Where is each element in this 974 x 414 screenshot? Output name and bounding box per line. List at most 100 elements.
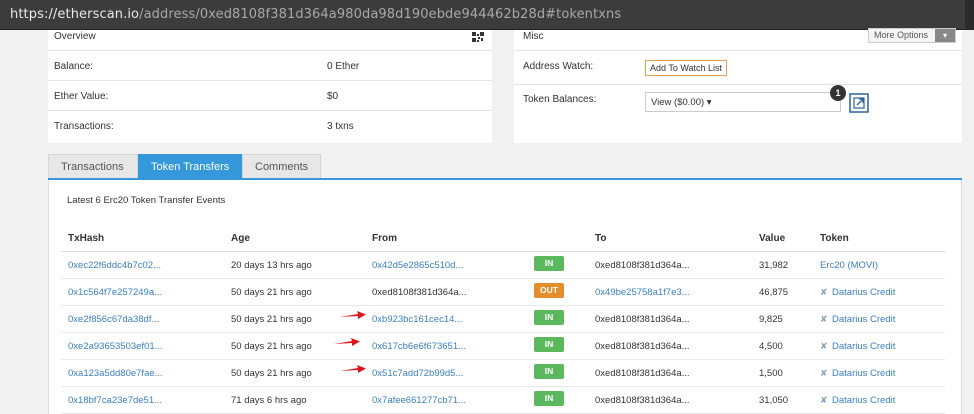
transactions-label: Transactions: [54,121,114,132]
age-cell: 20 days 13 hrs ago [231,260,312,271]
age-cell: 50 days 21 hrs ago [231,287,312,298]
table-row: 0xec22f6ddc4b7c02... 20 days 13 hrs ago 0x… [61,252,945,279]
table-row: 0x18bf7ca23e7de51... 71 days 6 hrs ago 0x7… [61,387,945,414]
from-address-link[interactable]: 0xb923bc161cec14... [372,314,462,325]
to-address-link[interactable]: 0x49be25758a1f7e3... [595,287,690,298]
table-row: 0xe2a93653503ef01... 50 days 21 hrs ago 0x… [61,333,945,360]
balance-value: 0 Ether [327,61,360,72]
token-name: Datarius Credit [832,341,896,352]
table-row: 0x1c564f7e257249a... 50 days 21 hrs ago 0x… [61,279,945,306]
token-name: Datarius Credit [832,314,896,325]
overview-panel: Overview Balance: 0 Ether Ether Value: $… [48,30,492,143]
token-name: Datarius Credit [832,368,896,379]
token-link[interactable]: ✘ Datarius Credit [820,314,895,325]
to-address: 0xed8108f381d364a... [595,368,690,379]
age-cell: 50 days 21 hrs ago [231,341,312,352]
age-cell: 71 days 6 hrs ago [231,395,307,406]
token-link[interactable]: ✘ Datarius Credit [820,341,895,352]
balance-label: Balance: [54,61,93,72]
tab-comments[interactable]: Comments [242,154,321,179]
token-icon: ✘ [820,314,828,324]
expand-icon[interactable] [849,93,869,113]
token-transfers-panel: Latest 6 Erc20 Token Transfer Events TxH… [48,180,962,414]
token-icon: ✘ [820,395,828,405]
add-to-watch-list-button[interactable]: Add To Watch List [645,60,728,76]
qr-code-icon[interactable] [472,32,484,42]
token-link[interactable]: Erc20 (MOVI) [820,260,878,271]
from-address-link[interactable]: 0x51c7add72b99d5... [372,368,463,379]
token-name: Datarius Credit [832,287,896,298]
token-balances-label: Token Balances: [523,94,597,105]
direction-badge: IN [534,391,564,406]
to-address: 0xed8108f381d364a... [595,395,690,406]
direction-badge: OUT [534,283,564,298]
misc-title: Misc [523,31,544,42]
from-address-link[interactable]: 0x42d5e2865c510d... [372,260,463,271]
annotation-arrow-icon [334,338,360,346]
address-watch-label: Address Watch: [523,61,594,72]
age-cell: 50 days 21 hrs ago [231,314,312,325]
tab-token-transfers[interactable]: Token Transfers [138,154,242,179]
token-name: Erc20 (MOVI) [820,260,879,271]
column-header: From [372,233,397,244]
from-address-link[interactable]: 0x617cb6e6f673651... [372,341,466,352]
tx-hash-link[interactable]: 0xe2a93653503ef01... [68,341,163,352]
token-count-badge: 1 [830,85,846,101]
token-link[interactable]: ✘ Datarius Credit [820,368,895,379]
tx-hash-link[interactable]: 0xe2f856c67da38df... [68,314,159,325]
misc-panel: Misc More Options ▾ Address Watch: Add T… [514,28,962,143]
table-header: TxHash Age From To Value Token [61,230,945,252]
column-header: Token [820,233,849,244]
divider [48,110,492,111]
token-icon: ✘ [820,368,828,378]
browser-address-bar[interactable]: https://etherscan.io/address/0xed8108f38… [0,0,974,30]
token-link[interactable]: ✘ Datarius Credit [820,395,895,406]
tx-hash-link[interactable]: 0xa123a5dd80e7fae... [68,368,163,379]
column-header: To [595,233,607,244]
column-header: TxHash [68,233,105,244]
tab-transactions[interactable]: Transactions [48,154,138,179]
annotation-arrow-icon [340,311,366,319]
address-bar-edge [965,0,974,30]
direction-badge: IN [534,364,564,379]
to-address: 0xed8108f381d364a... [595,260,690,271]
overview-title: Overview [54,31,96,42]
value-cell: 1,500 [759,368,783,379]
ether-value: $0 [327,91,339,102]
direction-badge: IN [534,256,564,271]
token-icon: ✘ [820,287,828,297]
divider [514,50,962,51]
from-address: 0xed8108f381d364a... [372,287,467,298]
value-cell: 46,875 [759,287,789,298]
tx-hash-link[interactable]: 0x18bf7ca23e7de51... [68,395,162,406]
transactions-value: 3 txns [327,121,354,132]
divider [48,80,492,81]
annotation-arrow-icon [340,365,366,373]
tx-hash-link[interactable]: 0x1c564f7e257249a... [68,287,162,298]
summary-text: Latest 6 Erc20 Token Transfer Events [67,195,226,206]
url-text[interactable]: https://etherscan.io/address/0xed8108f38… [10,7,621,22]
divider [514,84,962,85]
table-row: 0xe2f856c67da38df... 50 days 21 hrs ago 0x… [61,306,945,333]
url-host: https://etherscan.io [10,7,140,22]
to-address: 0xed8108f381d364a... [595,341,690,352]
direction-badge: IN [534,337,564,352]
divider [48,50,492,51]
value-cell: 31,982 [759,260,789,271]
value-cell: 9,825 [759,314,783,325]
token-icon: ✘ [820,341,828,351]
token-link[interactable]: ✘ Datarius Credit [820,287,895,298]
more-options-button[interactable]: More Options ▾ [868,28,956,43]
token-name: Datarius Credit [832,395,896,406]
column-header: Age [231,233,250,244]
url-path: /address/0xed8108f381d364a980da98d190ebd… [139,7,622,22]
from-address-link[interactable]: 0x7afee661277cb71... [372,395,466,406]
token-balances-dropdown[interactable]: View ($0.00) ▾ [645,92,841,112]
tx-hash-link[interactable]: 0xec22f6ddc4b7c02... [68,260,161,271]
ether-value-label: Ether Value: [54,91,109,102]
age-cell: 50 days 21 hrs ago [231,368,312,379]
table-row: 0xa123a5dd80e7fae... 50 days 21 hrs ago 0x… [61,360,945,387]
value-cell: 4,500 [759,341,783,352]
direction-badge: IN [534,310,564,325]
to-address: 0xed8108f381d364a... [595,314,690,325]
